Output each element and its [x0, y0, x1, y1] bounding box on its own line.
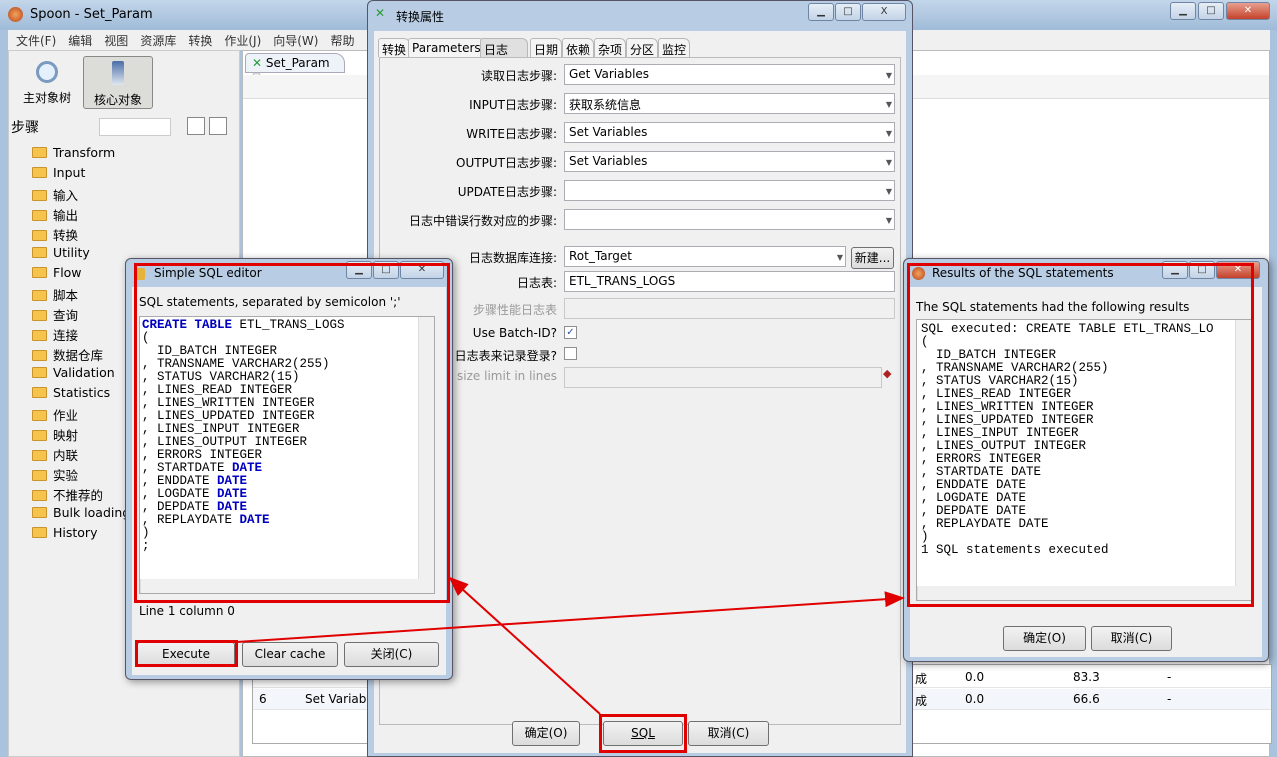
annotation-arrows	[236, 576, 905, 715]
arrow-execute-to-results	[236, 591, 905, 643]
arrow-sql-to-editor	[448, 576, 601, 715]
